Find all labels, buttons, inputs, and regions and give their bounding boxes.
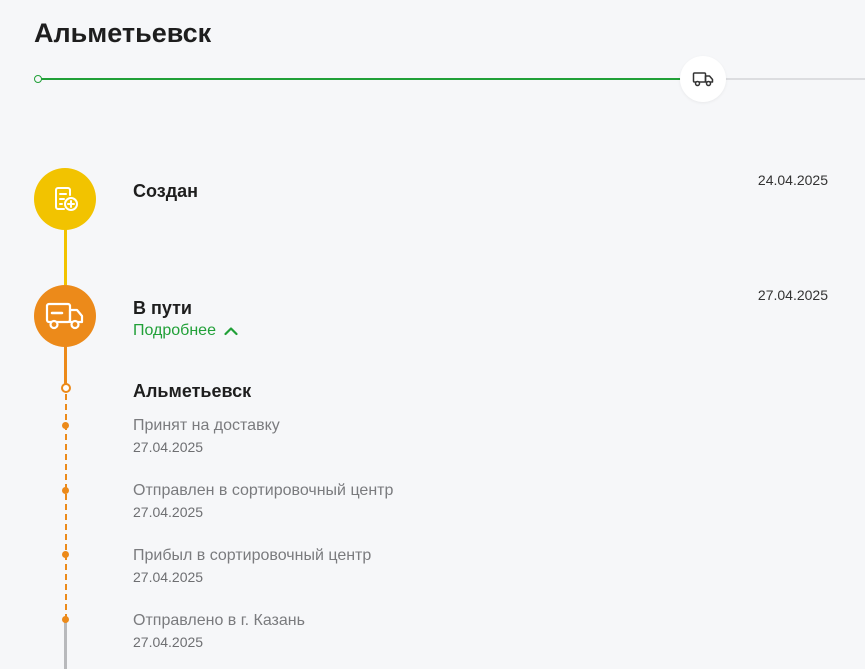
stage-transit-icon-circle xyxy=(34,285,96,347)
tracking-event: Прибыл в сортировочный центр 27.04.2025 xyxy=(133,546,371,586)
progress-track xyxy=(38,78,865,80)
page-title: Альметьевск xyxy=(34,18,212,48)
event-date: 27.04.2025 xyxy=(133,504,204,520)
timeline-event-dot xyxy=(62,616,69,623)
event-date: 27.04.2025 xyxy=(133,634,204,650)
truck-icon xyxy=(45,302,84,330)
stage-transit-title: В пути xyxy=(133,298,192,318)
stage-created-icon-circle xyxy=(34,168,96,230)
stage-transit-date: 27.04.2025 xyxy=(757,287,828,303)
stage-created-date: 24.04.2025 xyxy=(757,172,828,188)
details-toggle-link[interactable]: Подробнее xyxy=(133,321,238,341)
timeline-city-dot xyxy=(61,383,71,393)
document-add-icon xyxy=(55,187,78,211)
event-date: 27.04.2025 xyxy=(133,439,204,455)
timeline-line-transit xyxy=(64,345,67,385)
stage-created-title: Создан xyxy=(133,181,199,201)
event-date: 27.04.2025 xyxy=(133,569,204,585)
tracking-event: Отправлено в г. Казань 27.04.2025 xyxy=(133,611,305,651)
event-title: Прибыл в сортировочный центр xyxy=(133,547,372,564)
details-city-heading: Альметьевск xyxy=(133,381,252,401)
progress-start-dot xyxy=(34,75,42,83)
progress-marker xyxy=(680,56,726,102)
timeline-event-dot xyxy=(62,551,69,558)
timeline-line-pending xyxy=(64,622,67,669)
chevron-up-icon xyxy=(224,327,238,336)
progress-fill xyxy=(38,78,700,80)
truck-icon xyxy=(692,72,714,87)
timeline-event-dot xyxy=(62,422,69,429)
details-toggle-label: Подробнее xyxy=(133,322,216,339)
event-title: Отправлен в сортировочный центр xyxy=(133,482,394,499)
event-title: Отправлено в г. Казань xyxy=(133,612,305,629)
timeline-event-dot xyxy=(62,487,69,494)
timeline-line-created xyxy=(64,228,67,288)
tracking-event: Принят на доставку 27.04.2025 xyxy=(133,416,280,456)
tracking-event: Отправлен в сортировочный центр 27.04.20… xyxy=(133,481,393,521)
event-title: Принят на доставку xyxy=(133,417,280,434)
